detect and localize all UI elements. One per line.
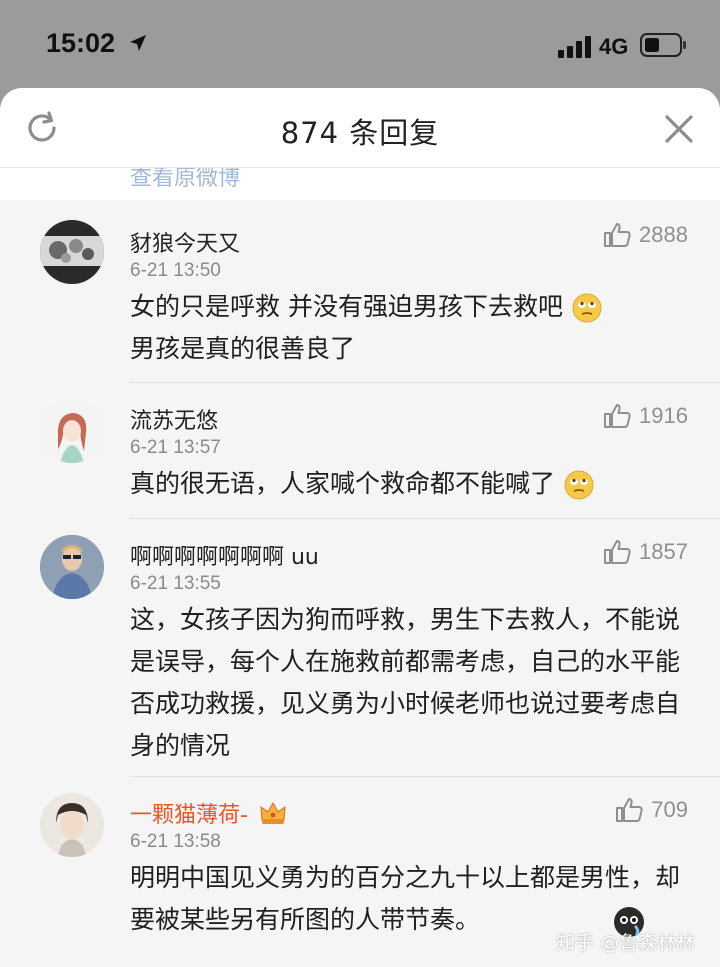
like-count: 2888 xyxy=(639,222,688,247)
status-bar: 15:02 4G xyxy=(0,0,720,90)
comment-text: 女的只是呼救 并没有强迫男孩下去救吧 男孩是真的很善良了 xyxy=(130,286,690,370)
comment-author[interactable]: 一颗猫薄荷- xyxy=(130,797,287,829)
avatar[interactable] xyxy=(40,535,104,599)
comment-text-line: 真的很无语，人家喊个救命都不能喊了 xyxy=(130,469,556,498)
comment-item: 豺狼今天又 2888 6-21 13:50 女的只是呼救 并没有强迫男孩下去救吧… xyxy=(0,200,720,383)
eye-roll-emoji xyxy=(564,470,594,500)
sheet-header: 874 条回复 xyxy=(0,88,720,168)
location-arrow-icon xyxy=(130,35,146,51)
comment-author-name: 一颗猫薄荷- xyxy=(130,803,248,828)
like-button[interactable]: 1857 xyxy=(603,539,688,565)
comment-item: 流苏无悠 1916 6-21 13:57 真的很无语，人家喊个救命都不能喊了 xyxy=(0,383,720,519)
like-button[interactable]: 709 xyxy=(615,797,688,823)
like-button[interactable]: 1916 xyxy=(603,403,688,429)
comment-text-line: 男孩是真的很善良了 xyxy=(130,334,356,363)
eye-roll-emoji xyxy=(572,293,602,323)
network-type: 4G xyxy=(599,34,629,59)
comment-text-line: 女的只是呼救 并没有强迫男孩下去救吧 xyxy=(130,292,563,321)
crown-icon xyxy=(260,802,286,824)
like-count: 1916 xyxy=(639,403,688,428)
comment-time: 6-21 13:57 xyxy=(130,437,221,458)
like-count: 709 xyxy=(651,797,688,822)
signal-icon xyxy=(558,36,591,58)
replies-sheet: 874 条回复 查看原微博 豺狼今天又 2888 6-21 13:50 女的只是… xyxy=(0,88,720,967)
comment-item: 啊啊啊啊啊啊啊 uu 1857 6-21 13:55 这，女孩子因为狗而呼救，男… xyxy=(0,519,720,777)
comment-time: 6-21 13:58 xyxy=(130,831,221,852)
status-time: 15:02 xyxy=(46,28,116,58)
comment-time: 6-21 13:55 xyxy=(130,573,221,594)
like-button[interactable]: 2888 xyxy=(603,222,688,248)
view-original-post-link[interactable]: 查看原微博 xyxy=(130,168,240,192)
comment-author[interactable]: 啊啊啊啊啊啊啊 uu xyxy=(130,539,319,571)
thumbs-up-icon xyxy=(616,798,643,822)
thumbs-up-icon xyxy=(604,404,631,428)
avatar[interactable] xyxy=(40,220,104,284)
sheet-title: 874 条回复 xyxy=(280,116,440,150)
close-icon[interactable] xyxy=(662,112,696,146)
avatar[interactable] xyxy=(40,399,104,463)
comment-author[interactable]: 豺狼今天又 xyxy=(130,226,240,258)
watermark: 知乎 @鲁森林林 xyxy=(556,932,696,954)
battery-icon xyxy=(640,33,686,57)
thumbs-up-icon xyxy=(604,540,631,564)
like-count: 1857 xyxy=(639,539,688,564)
comment-text: 真的很无语，人家喊个救命都不能喊了 xyxy=(130,463,710,505)
comment-time: 6-21 13:50 xyxy=(130,260,221,281)
comment-list: 豺狼今天又 2888 6-21 13:50 女的只是呼救 并没有强迫男孩下去救吧… xyxy=(0,200,720,967)
original-post-peek: 查看原微博 xyxy=(0,168,720,200)
comment-author[interactable]: 流苏无悠 xyxy=(130,403,218,435)
comment-text: 这，女孩子因为狗而呼救，男生下去救人，不能说是误导，每个人在施救前都需考虑，自己… xyxy=(130,605,681,760)
avatar[interactable] xyxy=(40,793,104,857)
thumbs-up-icon xyxy=(604,223,631,247)
